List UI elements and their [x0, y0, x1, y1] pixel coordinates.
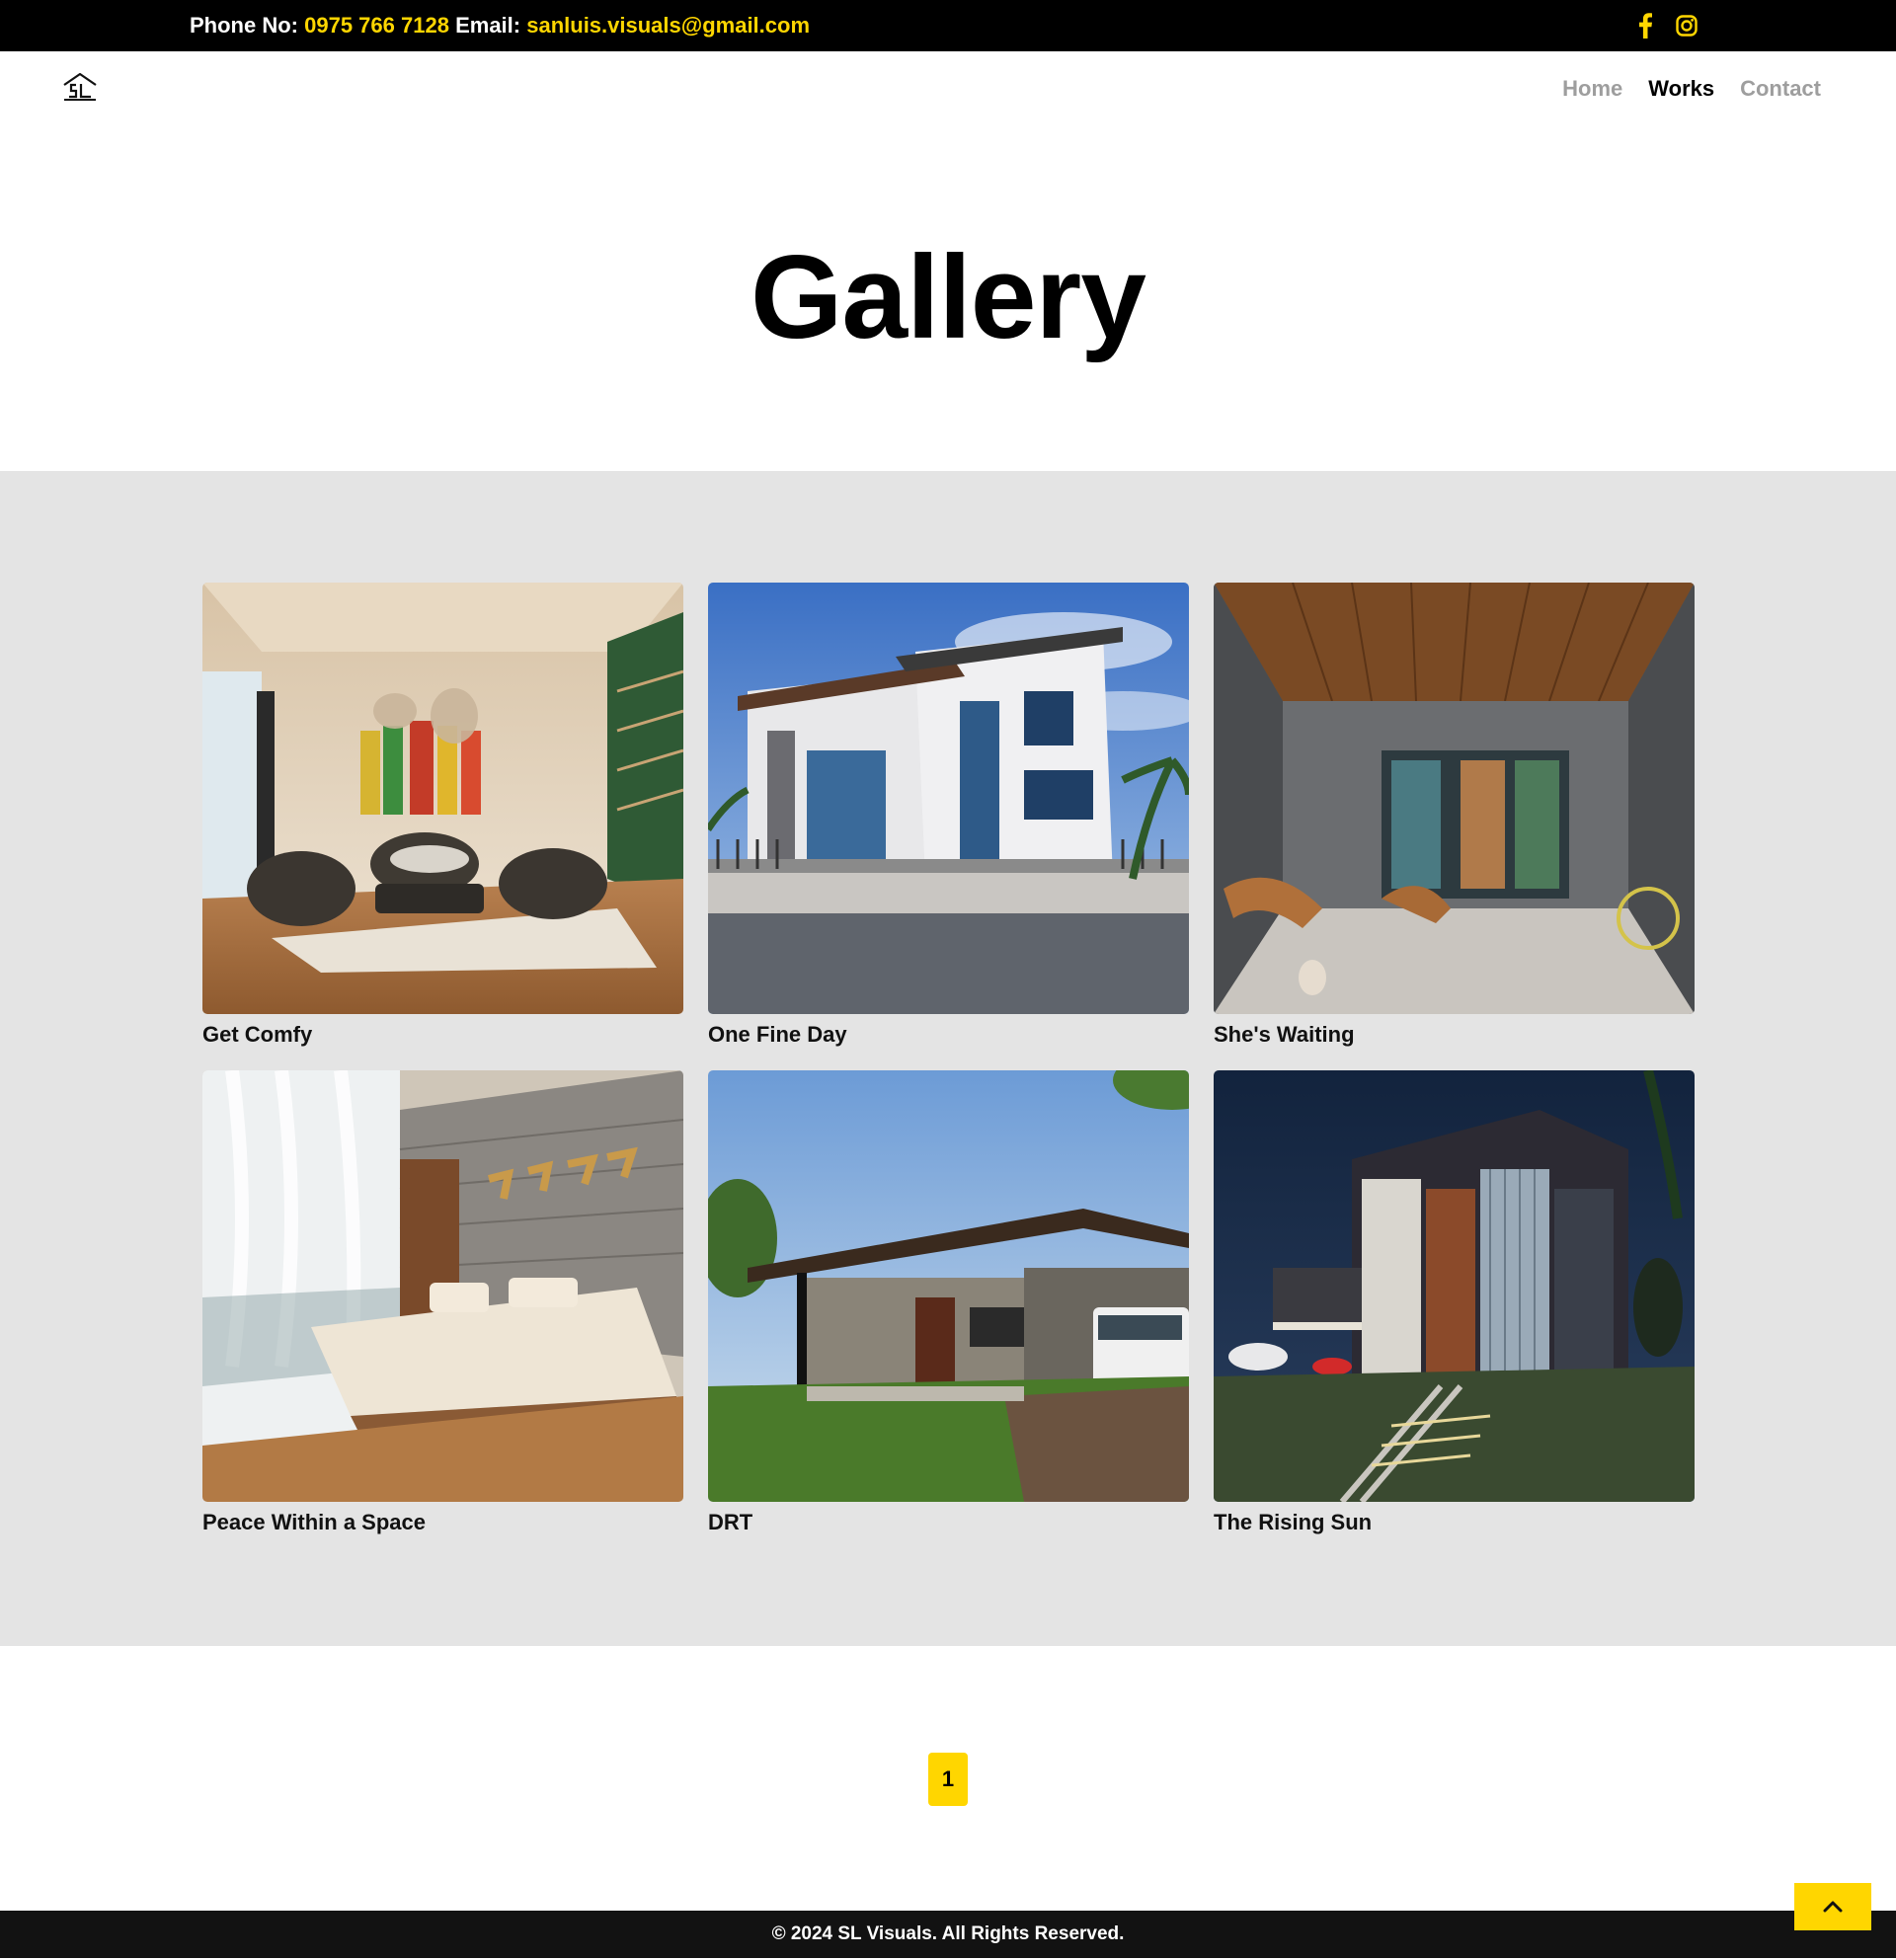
gallery-image-patio[interactable]: [1214, 583, 1695, 1014]
email-address[interactable]: sanluis.visuals@gmail.com: [526, 13, 810, 38]
gallery-item-title[interactable]: DRT: [708, 1510, 1189, 1535]
chevron-up-icon: [1823, 1901, 1843, 1913]
gallery-item-title[interactable]: The Rising Sun: [1214, 1510, 1695, 1535]
gallery-item-title[interactable]: She's Waiting: [1214, 1022, 1695, 1048]
gallery-image-bungalow[interactable]: [708, 1070, 1189, 1502]
page-title: Gallery: [750, 231, 1146, 363]
gallery-item[interactable]: One Fine Day: [708, 583, 1189, 1048]
nav-home[interactable]: Home: [1562, 76, 1622, 102]
main-nav: Home Works Contact: [1562, 76, 1821, 102]
gallery-item-title[interactable]: Peace Within a Space: [202, 1510, 683, 1535]
gallery-item[interactable]: DRT: [708, 1070, 1189, 1535]
gallery-item-title[interactable]: Get Comfy: [202, 1022, 683, 1048]
phone-label: Phone No:: [190, 13, 298, 38]
pagination-page-button[interactable]: 1: [928, 1753, 968, 1806]
back-to-top-button[interactable]: [1794, 1883, 1871, 1930]
gallery-item[interactable]: Peace Within a Space: [202, 1070, 683, 1535]
gallery-item[interactable]: Get Comfy: [202, 583, 683, 1048]
gallery-item[interactable]: The Rising Sun: [1214, 1070, 1695, 1535]
gallery-item[interactable]: She's Waiting: [1214, 583, 1695, 1048]
gallery-image-bedroom[interactable]: [202, 1070, 683, 1502]
gallery-image-living-room[interactable]: [202, 583, 683, 1014]
gallery-image-house-night[interactable]: [1214, 1070, 1695, 1502]
site-footer: © 2024 SL Visuals. All Rights Reserved.: [0, 1911, 1896, 1958]
gallery-section: Get Comfy One Fine Day She's Waiting Pea…: [0, 471, 1896, 1646]
house-sl-logo[interactable]: [61, 71, 99, 103]
instagram-icon[interactable]: [1673, 12, 1700, 39]
copyright-text: © 2024 SL Visuals. All Rights Reserved.: [771, 1923, 1125, 1944]
nav-works[interactable]: Works: [1648, 76, 1714, 102]
top-contact-bar: Phone No: 0975 766 7128 Email: sanluis.v…: [0, 0, 1896, 51]
phone-number[interactable]: 0975 766 7128: [304, 13, 449, 38]
email-label: Email:: [455, 13, 521, 38]
nav-contact[interactable]: Contact: [1740, 76, 1821, 102]
facebook-icon[interactable]: [1631, 12, 1659, 39]
gallery-item-title[interactable]: One Fine Day: [708, 1022, 1189, 1048]
contact-info: Phone No: 0975 766 7128 Email: sanluis.v…: [190, 13, 810, 39]
gallery-image-house-day[interactable]: [708, 583, 1189, 1014]
